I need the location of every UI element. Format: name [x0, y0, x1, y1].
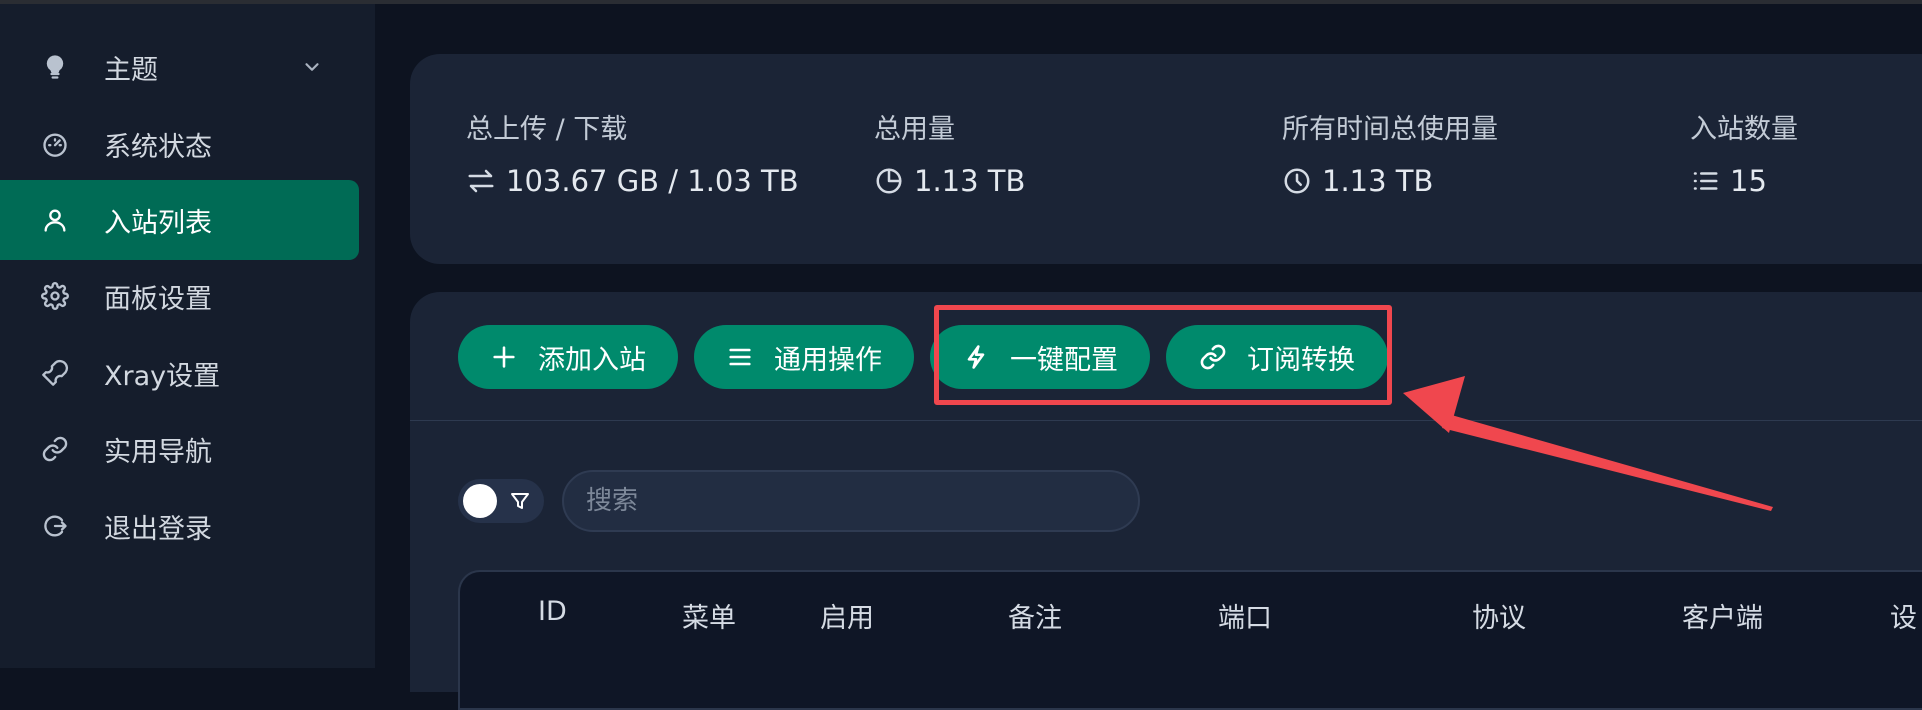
logout-icon	[40, 511, 70, 541]
stat-label: 所有时间总使用量	[1282, 114, 1498, 145]
stat-value: 1.13 TB	[1322, 164, 1434, 198]
column-header-remark[interactable]: 备注	[1008, 596, 1062, 635]
sidebar-item-system-status[interactable]: 系统状态	[0, 104, 359, 184]
stats-card: 总上传 / 下载 103.67 GB / 1.03 TB 总用量 1.13 TB…	[410, 54, 1922, 264]
add-inbound-button[interactable]: 添加入站	[458, 325, 678, 389]
column-header-id[interactable]: ID	[538, 596, 567, 627]
sidebar-item-logout[interactable]: 退出登录	[0, 486, 359, 566]
pie-chart-icon	[874, 166, 904, 196]
sidebar-item-inbound-list[interactable]: 入站列表	[0, 180, 359, 260]
sidebar-item-label: 面板设置	[104, 283, 212, 315]
column-header-port[interactable]: 端口	[1218, 596, 1272, 635]
button-label: 添加入站	[538, 344, 646, 376]
dashboard-icon	[40, 129, 70, 159]
general-actions-button[interactable]: 通用操作	[694, 325, 914, 389]
column-header-menu: 菜单	[682, 603, 736, 634]
sidebar-item-label: Xray设置	[104, 360, 221, 392]
sidebar-item-label: 主题	[104, 54, 158, 86]
clock-icon	[1282, 166, 1312, 196]
sidebar-item-label: 入站列表	[104, 207, 212, 239]
wrench-icon	[40, 358, 70, 388]
stat-label: 入站数量	[1690, 114, 1798, 145]
inbound-table: ID 菜单 启用 备注 端口 协议 客户端 设	[458, 570, 1922, 710]
stat-inbound-count: 入站数量 15	[1690, 112, 1798, 198]
list-icon	[1690, 166, 1720, 196]
sidebar-item-label: 系统状态	[104, 131, 212, 163]
annotation-highlight-box	[934, 305, 1392, 405]
filter-icon	[508, 489, 532, 513]
stat-upload-download: 总上传 / 下载 103.67 GB / 1.03 TB	[466, 112, 799, 198]
search-input[interactable]	[562, 470, 1140, 532]
plus-icon	[490, 343, 518, 371]
lightbulb-icon	[40, 52, 70, 82]
stat-all-time-usage: 所有时间总使用量 1.13 TB	[1282, 112, 1498, 198]
stat-total-usage: 总用量 1.13 TB	[874, 112, 1025, 198]
column-header-enable: 启用	[820, 603, 874, 634]
column-header-clients: 客户端	[1682, 603, 1763, 634]
chevron-down-icon[interactable]	[301, 54, 323, 76]
toggle-knob	[463, 484, 497, 518]
column-header-protocol[interactable]: 协议	[1472, 596, 1526, 635]
stat-label: 总上传 / 下载	[466, 114, 628, 145]
sidebar-item-label: 退出登录	[104, 513, 212, 545]
card-divider	[410, 420, 1922, 421]
sidebar-item-theme[interactable]: 主题	[0, 27, 359, 107]
sidebar-item-label: 实用导航	[104, 436, 212, 468]
stat-value: 103.67 GB / 1.03 TB	[506, 164, 799, 198]
link-icon	[40, 434, 70, 464]
swap-icon	[466, 166, 496, 196]
gear-icon	[40, 281, 70, 311]
menu-icon	[726, 343, 754, 371]
sidebar: 主题 系统状态 入站列表 面板设置 Xray设置 实用导航 退出登录	[0, 4, 375, 668]
stat-value: 1.13 TB	[914, 164, 1026, 198]
user-icon	[40, 205, 70, 235]
column-header-settings: 设	[1890, 603, 1917, 634]
filter-toggle[interactable]	[458, 479, 544, 523]
sidebar-item-panel-settings[interactable]: 面板设置	[0, 256, 359, 336]
sidebar-item-useful-nav[interactable]: 实用导航	[0, 409, 359, 489]
sidebar-item-xray-settings[interactable]: Xray设置	[0, 333, 359, 413]
stat-label: 总用量	[874, 114, 955, 145]
button-label: 通用操作	[774, 344, 882, 376]
stat-value: 15	[1730, 164, 1767, 198]
